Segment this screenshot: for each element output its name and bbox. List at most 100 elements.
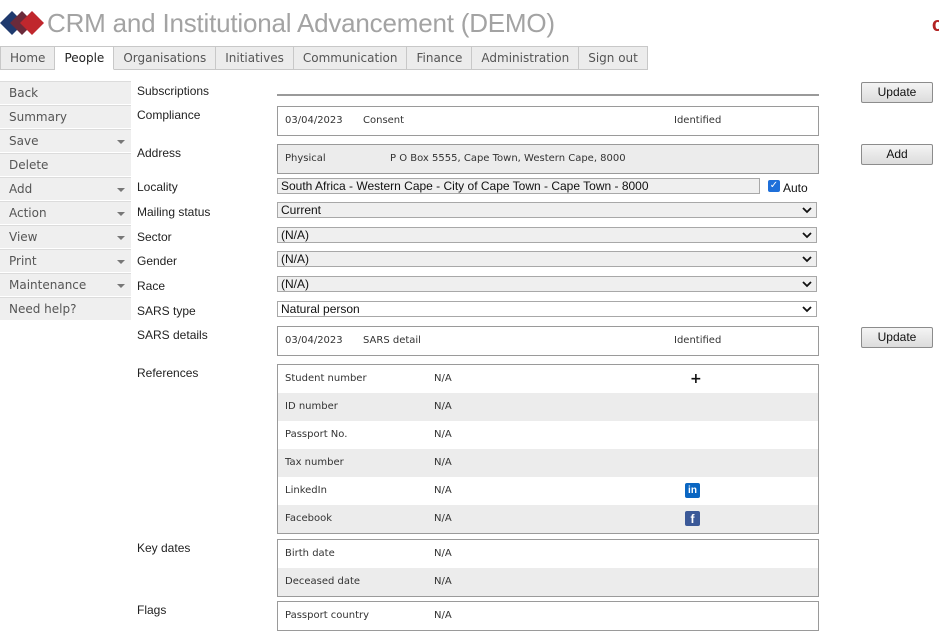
reference-name: LinkedIn (285, 485, 327, 496)
key-dates-label: Key dates (137, 541, 191, 555)
compliance-status: Identified (674, 115, 722, 126)
table-row[interactable]: Passport No. N/A (278, 421, 818, 449)
address-row[interactable]: Physical P O Box 5555, Cape Town, Wester… (278, 145, 818, 173)
sars-type-label: SARS type (137, 304, 196, 318)
sidebar-item-save[interactable]: Save (0, 129, 131, 153)
app-title: CRM and Institutional Advancement (DEMO) (47, 8, 555, 38)
references-label: References (137, 366, 199, 380)
locality-input[interactable]: South Africa - Western Cape - City of Ca… (277, 178, 760, 194)
reference-value: N/A (434, 373, 452, 384)
table-row[interactable]: Tax number N/A (278, 449, 818, 477)
reference-value: N/A (434, 485, 452, 496)
sars-details-row[interactable]: 03/04/2023 SARS detail Identified (278, 327, 818, 355)
tab-sign-out[interactable]: Sign out (579, 46, 648, 70)
table-row[interactable]: Facebook f N/A (278, 505, 818, 533)
sidebar-item-view[interactable]: View (0, 225, 131, 249)
chevron-down-icon (802, 281, 812, 288)
table-row[interactable]: Birth date N/A (278, 540, 818, 568)
sector-select[interactable]: (N/A) (277, 227, 817, 243)
race-value: (N/A) (281, 277, 309, 291)
chevron-down-icon (802, 232, 812, 239)
gender-select[interactable]: (N/A) (277, 251, 817, 267)
sars-details-update-button[interactable]: Update (861, 327, 933, 348)
flags-label: Flags (137, 603, 167, 617)
reference-value: N/A (434, 401, 452, 412)
sars-details-label: SARS details (137, 328, 208, 342)
tab-administration[interactable]: Administration (472, 46, 580, 70)
tab-organisations[interactable]: Organisations (114, 46, 217, 70)
reference-name: Student number (285, 373, 367, 384)
table-row[interactable]: Deceased date N/A (278, 568, 818, 596)
flag-value: N/A (434, 610, 452, 621)
table-row[interactable]: Student number + N/A (278, 365, 818, 393)
key-date-name: Birth date (285, 548, 335, 559)
sidebar-item-label: Need help? (9, 302, 77, 316)
sidebar-item-label: Back (9, 86, 39, 100)
table-row[interactable]: Passport country N/A (278, 602, 818, 630)
compliance-type: Consent (363, 115, 405, 126)
key-dates-box: Birth date N/A Deceased date N/A (277, 539, 819, 597)
sidebar-item-action[interactable]: Action (0, 201, 131, 225)
address-add-button[interactable]: Add (861, 144, 933, 165)
references-box: Student number + N/A ID number N/A Passp… (277, 364, 819, 534)
sidebar-item-print[interactable]: Print (0, 249, 131, 273)
tab-people[interactable]: People (55, 46, 115, 70)
facebook-icon[interactable]: f (685, 511, 700, 526)
reference-name: Tax number (285, 457, 344, 468)
sidebar-item-maintenance[interactable]: Maintenance (0, 273, 131, 297)
sidebar-item-delete[interactable]: Delete (0, 153, 131, 177)
compliance-date: 03/04/2023 (285, 115, 343, 126)
sars-details-box: 03/04/2023 SARS detail Identified (277, 326, 819, 356)
gender-value: (N/A) (281, 252, 309, 266)
reference-name: Passport No. (285, 429, 348, 440)
sidebar-item-label: Print (9, 254, 37, 268)
plus-icon[interactable]: + (690, 365, 702, 393)
mailing-status-value: Current (281, 203, 322, 217)
sidebar-item-add[interactable]: Add (0, 177, 131, 201)
reference-name: Facebook (285, 513, 332, 524)
tab-communication[interactable]: Communication (293, 46, 408, 70)
sidebar-item-label: Add (9, 182, 33, 196)
address-box: Physical P O Box 5555, Cape Town, Wester… (277, 144, 819, 174)
chevron-down-icon (802, 256, 812, 263)
sidebar-item-label: Maintenance (9, 278, 87, 292)
sidebar-item-label: Action (9, 206, 47, 220)
tab-initiatives[interactable]: Initiatives (216, 46, 294, 70)
chevron-down-icon (802, 207, 812, 214)
caret-down-icon (117, 188, 125, 192)
linkedin-icon[interactable]: in (685, 483, 700, 498)
subscriptions-update-button[interactable]: Update (861, 82, 933, 103)
reference-value: N/A (434, 429, 452, 440)
sidebar-item-label: View (9, 230, 38, 244)
sidebar: Back Summary Save Delete Add Action View… (0, 81, 131, 321)
sidebar-item-label: Save (9, 134, 39, 148)
sidebar-item-summary[interactable]: Summary (0, 105, 131, 129)
tab-home[interactable]: Home (0, 46, 56, 70)
sidebar-item-label: Summary (9, 110, 67, 124)
caret-down-icon (117, 236, 125, 240)
reference-value: N/A (434, 513, 452, 524)
sidebar-item-need-help[interactable]: Need help? (0, 297, 131, 321)
table-row[interactable]: LinkedIn in N/A (278, 477, 818, 505)
sars-details-type: SARS detail (363, 335, 421, 346)
address-label: Address (137, 146, 182, 160)
compliance-row[interactable]: 03/04/2023 Consent Identified (278, 107, 818, 135)
gender-label: Gender (137, 254, 178, 268)
sars-details-date: 03/04/2023 (285, 335, 343, 346)
locality-label: Locality (137, 180, 178, 194)
key-date-value: N/A (434, 576, 452, 587)
sidebar-item-label: Delete (9, 158, 49, 172)
tab-finance[interactable]: Finance (407, 46, 473, 70)
auto-checkbox[interactable]: ✓ (768, 180, 780, 192)
address-value: P O Box 5555, Cape Town, Western Cape, 8… (390, 153, 626, 164)
table-row[interactable]: ID number N/A (278, 393, 818, 421)
key-date-value: N/A (434, 548, 452, 559)
chevron-down-icon (802, 306, 812, 313)
sidebar-item-back[interactable]: Back (0, 81, 131, 105)
race-select[interactable]: (N/A) (277, 276, 817, 292)
sars-type-select[interactable]: Natural person (277, 301, 817, 317)
mailing-status-select[interactable]: Current (277, 202, 817, 218)
sars-type-value: Natural person (281, 302, 360, 316)
address-type: Physical (285, 153, 326, 164)
key-date-name: Deceased date (285, 576, 361, 587)
